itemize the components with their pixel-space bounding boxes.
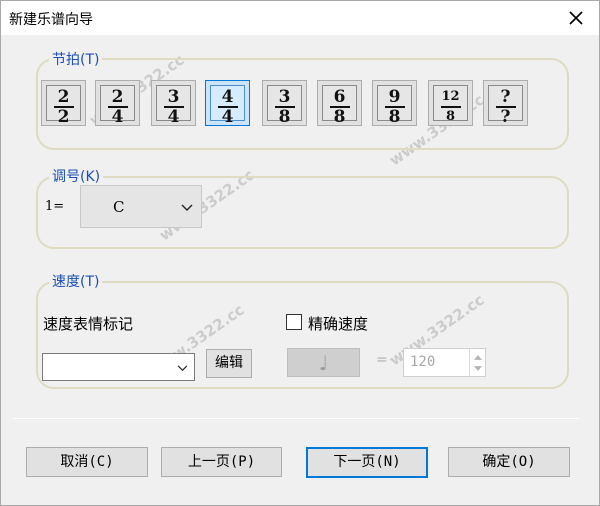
meter-option-button[interactable]: 22 (41, 80, 86, 126)
meter-option-face: 44 (210, 85, 245, 126)
close-icon[interactable] (565, 7, 587, 29)
time-signature-denominator: 4 (111, 107, 124, 127)
time-signature-denominator: 8 (388, 107, 401, 127)
time-signature-numerator: 4 (221, 87, 234, 107)
time-signature-denominator: 8 (278, 107, 291, 127)
chevron-down-icon (181, 204, 193, 211)
time-signature-numerator: 2 (111, 87, 124, 107)
separator (13, 418, 579, 419)
note-value-select[interactable]: ♩ (287, 348, 360, 377)
time-signature-numerator: 9 (388, 87, 401, 107)
time-signature: 44 (211, 87, 244, 127)
time-signature: 22 (47, 87, 80, 127)
meter-option-face: 24 (100, 85, 135, 126)
time-signature-numerator: ? (500, 87, 511, 107)
meter-option-button[interactable]: 68 (317, 80, 362, 126)
exact-tempo-checkbox[interactable] (286, 314, 302, 330)
meter-option-face: 68 (322, 85, 357, 126)
fraction-bar (440, 106, 461, 108)
meter-option-face: 12 8 (433, 85, 468, 124)
exact-tempo-label: 精确速度 (308, 315, 369, 333)
chevron-down-icon (177, 365, 188, 372)
meter-option-button[interactable]: 12 8 (428, 80, 473, 126)
time-signature: 12 8 (434, 89, 467, 125)
key-legend: 调号(K) (49, 166, 104, 186)
time-signature: 98 (378, 87, 411, 127)
equals-sign: = (376, 352, 388, 368)
quarter-note-icon: ♩ (318, 351, 329, 375)
meter-option-face: 22 (46, 85, 81, 126)
cancel-button[interactable]: 取消(C) (26, 447, 148, 477)
time-signature: ?? (489, 87, 522, 127)
time-signature-denominator: 4 (167, 107, 180, 127)
key-select-value: C (113, 198, 125, 216)
spin-down-icon[interactable] (474, 366, 482, 371)
time-signature-denominator: 8 (333, 107, 346, 127)
time-signature-denominator: 2 (57, 107, 70, 127)
next-page-button[interactable]: 下一页(N) (306, 447, 428, 478)
tempo-expression-label: 速度表情标记 (43, 315, 134, 333)
key-select[interactable]: C (80, 185, 202, 228)
bpm-spinner[interactable]: 120 (403, 348, 486, 377)
ok-button[interactable]: 确定(O) (448, 447, 570, 477)
time-signature-numerator: 12 (441, 89, 460, 104)
time-signature: 34 (157, 87, 190, 127)
spin-up-icon[interactable] (474, 355, 482, 360)
time-signature-numerator: 2 (57, 87, 70, 107)
meter-option-face: ?? (488, 85, 523, 126)
bpm-value: 120 (410, 354, 436, 370)
meter-legend: 节拍(T) (49, 49, 103, 69)
time-signature-denominator: ? (500, 107, 511, 127)
meter-option-face: 38 (267, 85, 302, 126)
edit-button[interactable]: 编辑 (206, 349, 252, 378)
time-signature: 68 (323, 87, 356, 127)
tempo-legend: 速度(T) (49, 271, 103, 291)
meter-option-button[interactable]: 24 (95, 80, 140, 126)
window-title: 新建乐谱向导 (9, 12, 93, 28)
meter-option-button[interactable]: 38 (262, 80, 307, 126)
meter-option-button[interactable]: 98 (372, 80, 417, 126)
time-signature-numerator: 3 (167, 87, 180, 107)
meter-option-face: 98 (377, 85, 412, 126)
title-bar: 新建乐谱向导 (1, 1, 599, 35)
meter-option-button[interactable]: 44 (205, 80, 250, 126)
key-prefix-label: 1= (45, 199, 65, 214)
meter-option-button[interactable]: 34 (151, 80, 196, 126)
time-signature: 38 (268, 87, 301, 127)
time-signature: 24 (101, 87, 134, 127)
meter-option-face: 34 (156, 85, 191, 126)
dialog-window: 新建乐谱向导 www.3322.cc www.3322.cc www.3322.… (0, 0, 600, 506)
time-signature-numerator: 6 (333, 87, 346, 107)
prev-page-button[interactable]: 上一页(P) (161, 447, 282, 477)
spinner-arrows[interactable] (469, 349, 485, 376)
tempo-expression-select[interactable] (42, 353, 195, 381)
time-signature-denominator: 8 (445, 109, 456, 124)
meter-option-button[interactable]: ?? (483, 80, 528, 126)
time-signature-numerator: 3 (278, 87, 291, 107)
time-signature-denominator: 4 (221, 107, 234, 127)
